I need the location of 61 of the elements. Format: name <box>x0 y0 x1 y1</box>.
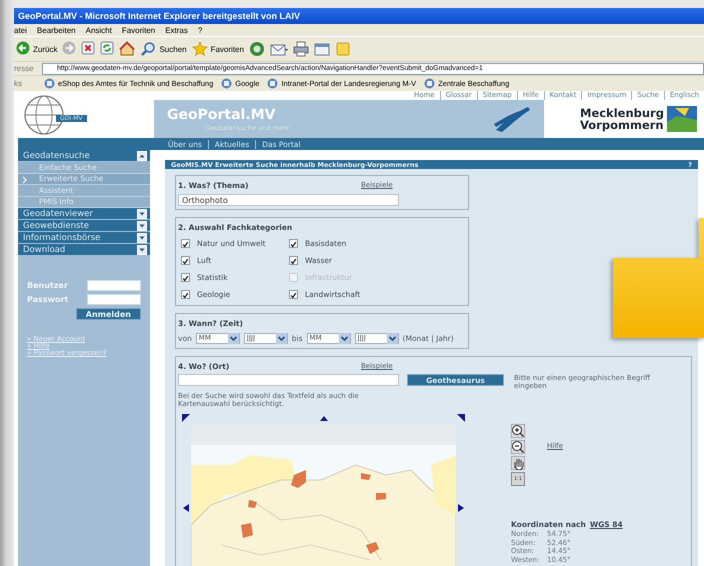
site-title: GeoPortal.MV <box>167 106 276 122</box>
flag-landscape-icon <box>666 106 697 132</box>
sidebar-item[interactable]: Geowebdienste <box>18 220 150 232</box>
checkbox[interactable] <box>289 290 298 298</box>
sidebar-item-label: Geodatenviewer <box>23 208 93 218</box>
search-icon <box>140 41 156 57</box>
sidebar-item-label: Geowebdienste <box>23 220 89 230</box>
theme-input[interactable]: Orthophoto <box>178 194 399 206</box>
checkbox[interactable] <box>181 290 190 298</box>
window-title: GeoPortal.MV - Microsoft Internet Explorer bereitgestellt von LAIV <box>18 11 300 21</box>
printer-icon[interactable] <box>292 40 309 58</box>
menu-item[interactable]: Extras <box>165 26 188 34</box>
sidebar-item[interactable]: Geodatensuche <box>18 150 150 162</box>
field-label: Benutzer <box>27 281 68 290</box>
field-label: Passwort <box>27 295 68 304</box>
sidebar-item-label: Geodatensuche <box>23 150 90 160</box>
page-icon <box>267 78 278 89</box>
pan-east-icon <box>456 503 466 513</box>
star-icon <box>192 41 208 57</box>
search-button[interactable]: Suchen <box>140 40 187 58</box>
page-icon <box>44 78 55 89</box>
sidebar-item-label: Download <box>23 244 66 254</box>
checkbox[interactable] <box>289 256 298 264</box>
zoom-in-icon[interactable] <box>511 424 525 438</box>
checkbox[interactable] <box>181 238 190 248</box>
pan-northwest-icon <box>181 413 191 423</box>
sidebar-item-label: Informationsbörse <box>23 232 100 242</box>
house-icon[interactable] <box>119 40 136 58</box>
page-icon <box>221 78 232 89</box>
menu-item[interactable]: ? <box>198 26 202 34</box>
sidebar-item[interactable]: Geodatenviewer <box>18 208 150 220</box>
chevron-icon <box>22 176 28 184</box>
pan-west-icon <box>181 503 191 513</box>
pan-northeast-icon <box>456 413 466 423</box>
caret-icon <box>338 332 350 344</box>
state-name: Vorpommern <box>580 119 664 131</box>
menu-item[interactable]: Favoriten <box>122 26 156 34</box>
state-name: Mecklenburg <box>580 107 664 119</box>
input-field[interactable] <box>87 294 141 305</box>
menu-item[interactable]: atei <box>14 26 27 34</box>
caret-icon <box>386 332 398 344</box>
checkbox[interactable] <box>289 238 298 248</box>
login-button[interactable]: Anmelden <box>76 308 141 320</box>
checkbox[interactable] <box>181 256 190 264</box>
hand-icon[interactable] <box>511 456 525 470</box>
menu-item[interactable]: Bearbeiten <box>36 26 76 34</box>
caret-icon <box>276 332 287 344</box>
place-input[interactable] <box>178 374 399 386</box>
zoom-out-icon[interactable] <box>511 440 525 454</box>
checkbox[interactable] <box>181 272 190 282</box>
sidebar-item[interactable]: Download <box>18 244 150 256</box>
back-button[interactable]: Zurück <box>16 40 58 58</box>
caret-icon <box>228 332 239 344</box>
favorites-button[interactable]: Favoriten <box>192 40 244 58</box>
menu-item[interactable]: Ansicht <box>86 26 112 34</box>
sidebar-item[interactable]: Informationsbörse <box>18 232 150 244</box>
page-icon <box>424 78 436 89</box>
links-label: ks <box>14 79 23 88</box>
media-icon[interactable] <box>248 40 265 58</box>
address-label: resse <box>14 64 35 73</box>
input-field[interactable] <box>87 280 141 291</box>
